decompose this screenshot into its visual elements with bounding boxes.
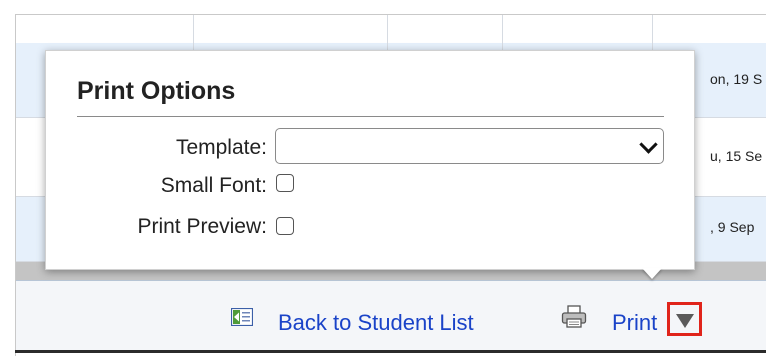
date-cell: on, 19 S [710,71,763,87]
template-select[interactable] [275,128,664,164]
popup-title: Print Options [77,77,236,105]
print-preview-label: Print Preview: [137,215,267,238]
printer-icon[interactable] [561,305,587,329]
print-options-popup: Print Options Template: Small Font: Prin… [45,50,695,270]
template-label: Template: [175,136,267,159]
small-font-checkbox[interactable] [276,174,294,192]
table-header-row [16,15,766,44]
dropdown-triangle-icon [676,314,694,328]
bottom-border [15,350,766,353]
back-arrow-icon[interactable] [230,307,254,327]
date-cell: , 9 Sep [710,219,755,235]
chevron-down-icon [639,135,658,154]
popup-pointer [642,268,662,279]
popup-divider [77,116,664,117]
print-preview-checkbox[interactable] [276,217,294,235]
print-link[interactable]: Print [612,310,657,336]
back-to-student-list-link[interactable]: Back to Student List [278,310,474,336]
date-cell: u, 15 Se [710,148,763,164]
small-font-label: Small Font: [160,174,267,197]
print-options-toggle-button[interactable] [667,302,702,336]
